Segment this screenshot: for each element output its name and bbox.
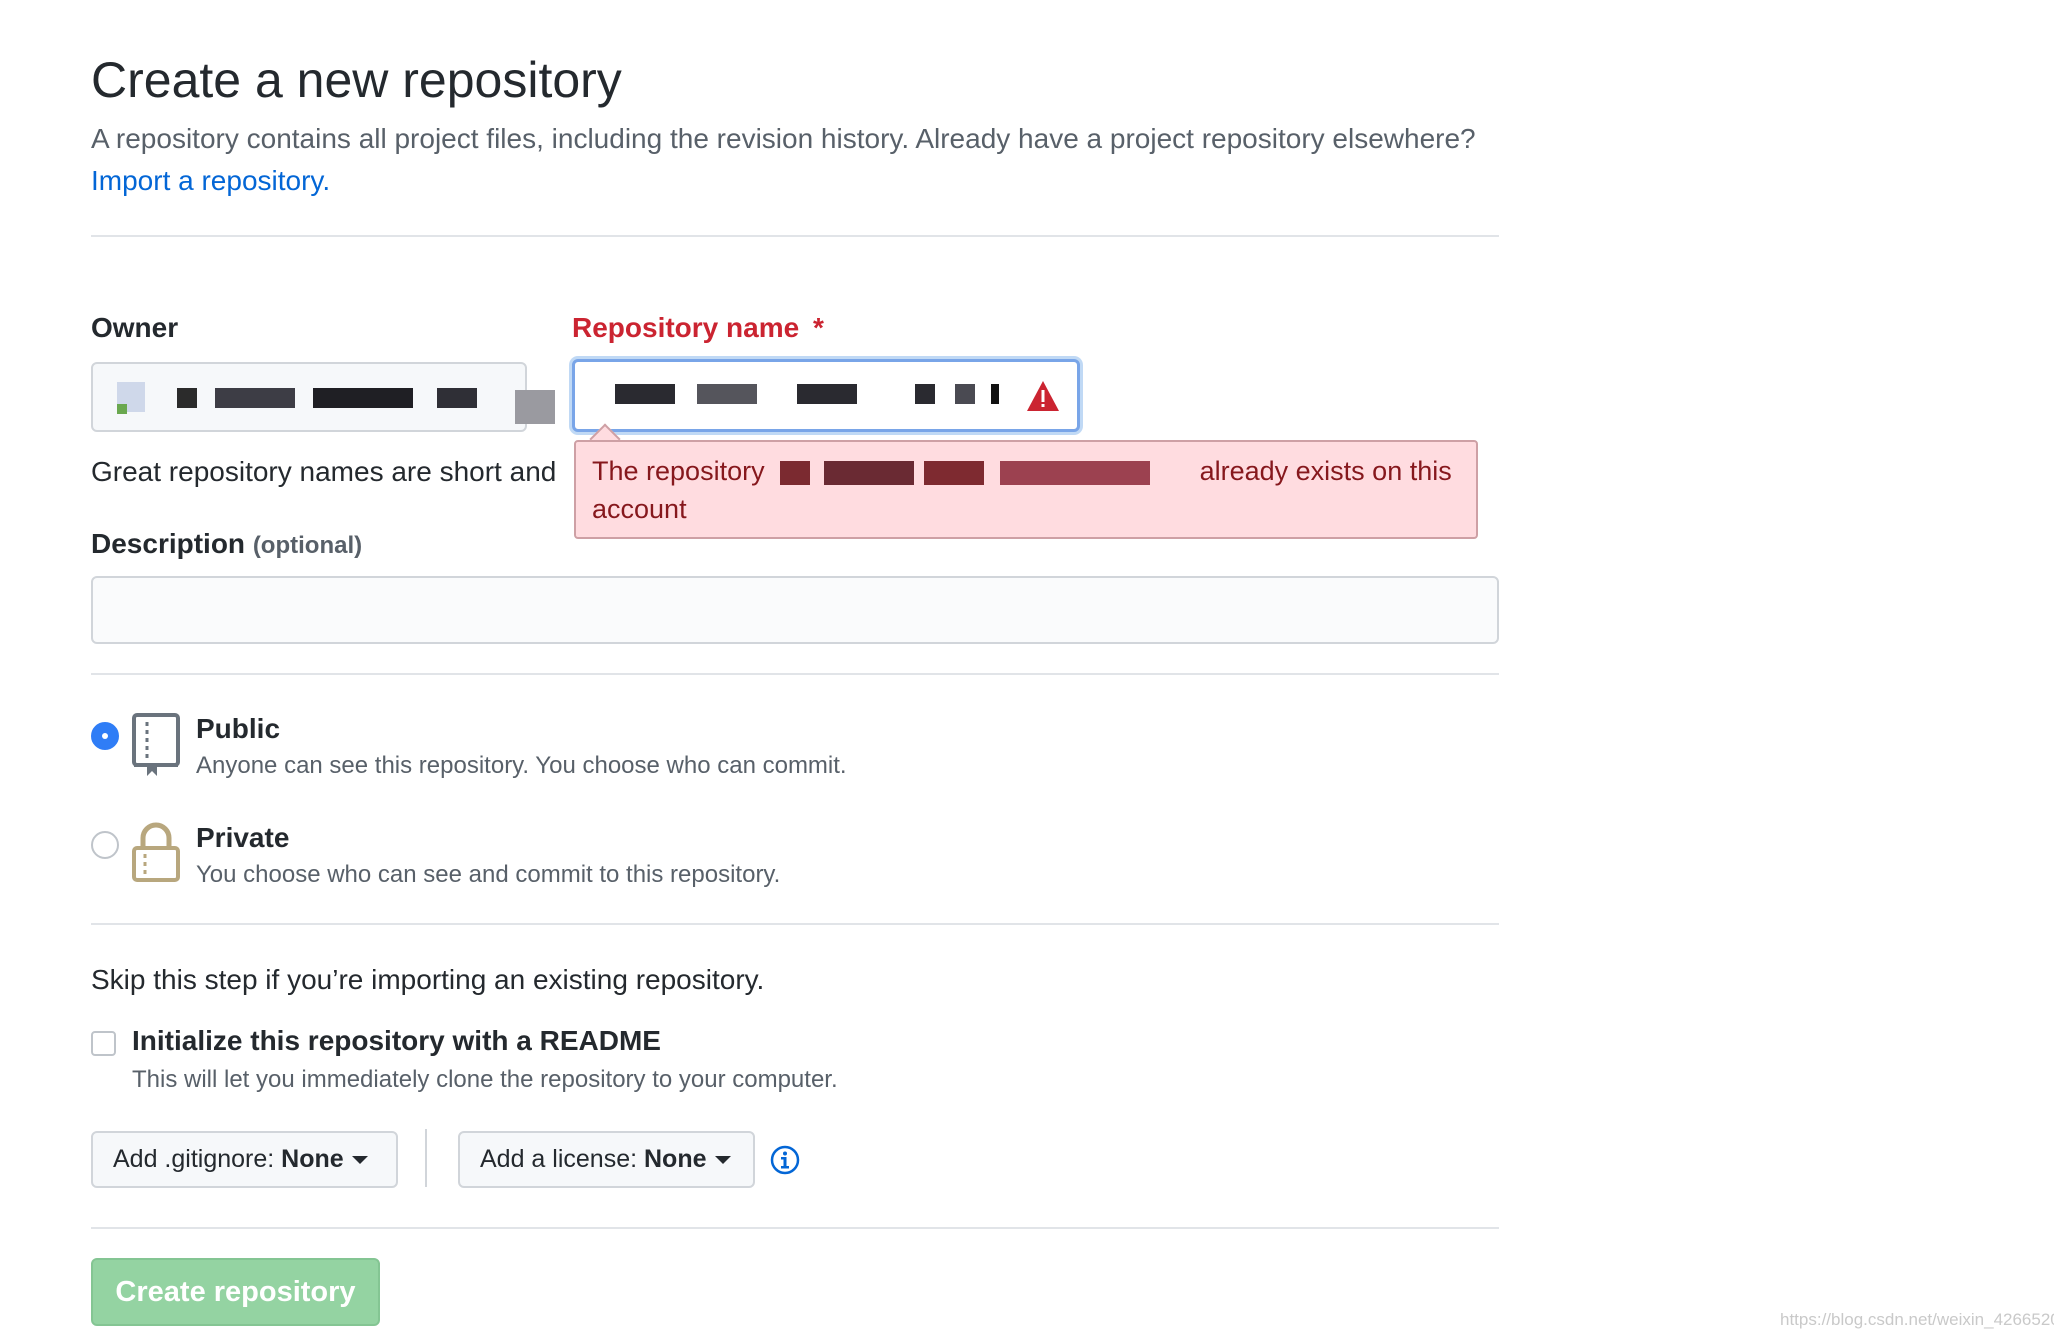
readme-label[interactable]: Initialize this repository with a README (132, 1024, 661, 1058)
create-repo-page: Create a new repository A repository con… (0, 0, 2054, 1336)
repo-name-error-tooltip: The repository already exists on this ac… (574, 440, 1478, 539)
create-repository-button[interactable]: Create repository (91, 1258, 380, 1326)
repo-name-redacted (615, 384, 675, 404)
description-input[interactable] (91, 576, 1499, 644)
repo-name-label: Repository name * (572, 311, 824, 345)
repository-name-input[interactable] (572, 359, 1080, 432)
public-description: Anyone can see this repository. You choo… (196, 752, 847, 779)
gitignore-value: None (281, 1145, 344, 1173)
gitignore-dropdown[interactable]: Add .gitignore: None (91, 1131, 398, 1188)
optional-tag: (optional) (252, 532, 363, 559)
gitignore-prefix: Add .gitignore: (113, 1145, 275, 1173)
owner-select[interactable] (91, 362, 527, 432)
info-icon[interactable] (770, 1145, 800, 1175)
error-prefix: The repository (592, 456, 765, 486)
error-repo-name-redacted (772, 460, 1192, 485)
private-description: You choose who can see and commit to thi… (196, 861, 781, 888)
divider (91, 235, 1499, 237)
page-title: Create a new repository (91, 52, 622, 108)
repo-name-redacted (915, 384, 935, 404)
warning-icon (1027, 381, 1059, 411)
readme-checkbox[interactable] (91, 1031, 116, 1056)
repo-name-redacted (697, 384, 757, 404)
license-dropdown[interactable]: Add a license: None (458, 1131, 755, 1188)
slash-separator-redacted (515, 390, 555, 424)
private-title: Private (196, 822, 290, 853)
text-cursor (991, 384, 999, 404)
import-repository-link[interactable]: Import a repository. (91, 165, 330, 196)
owner-name-redacted (215, 388, 295, 408)
button-divider (425, 1129, 427, 1187)
license-prefix: Add a license: (480, 1145, 638, 1173)
public-radio[interactable] (91, 722, 119, 750)
description-label: Description (optional) (91, 527, 362, 563)
divider (91, 923, 1499, 925)
repo-name-label-text: Repository name (572, 312, 800, 343)
divider (91, 1227, 1499, 1229)
public-title: Public (196, 713, 281, 744)
repo-name-redacted (797, 384, 857, 404)
watermark-text: https://blog.csdn.net/weixin_42665200 (1780, 1310, 2054, 1329)
license-value: None (644, 1145, 707, 1173)
required-marker: * (812, 312, 824, 343)
repo-book-icon (132, 713, 180, 776)
owner-name-redacted (177, 388, 197, 408)
private-radio[interactable] (91, 831, 119, 859)
owner-name-redacted (313, 388, 413, 408)
owner-name-redacted (437, 388, 477, 408)
divider (91, 673, 1499, 675)
repo-name-hint: Great repository names are short and (91, 456, 557, 487)
chevron-down-icon (714, 1156, 731, 1165)
skip-step-text: Skip this step if you’re importing an ex… (91, 964, 765, 995)
lock-icon (132, 822, 180, 882)
owner-label: Owner (91, 312, 179, 343)
chevron-down-icon (351, 1156, 368, 1165)
readme-description: This will let you immediately clone the … (132, 1066, 838, 1093)
subtitle-text: A repository contains all project files,… (91, 123, 1476, 154)
repo-name-redacted (955, 384, 975, 404)
description-label-text: Description (91, 528, 246, 559)
avatar-image-icon (117, 404, 127, 414)
page-subtitle: A repository contains all project files,… (91, 118, 1511, 202)
